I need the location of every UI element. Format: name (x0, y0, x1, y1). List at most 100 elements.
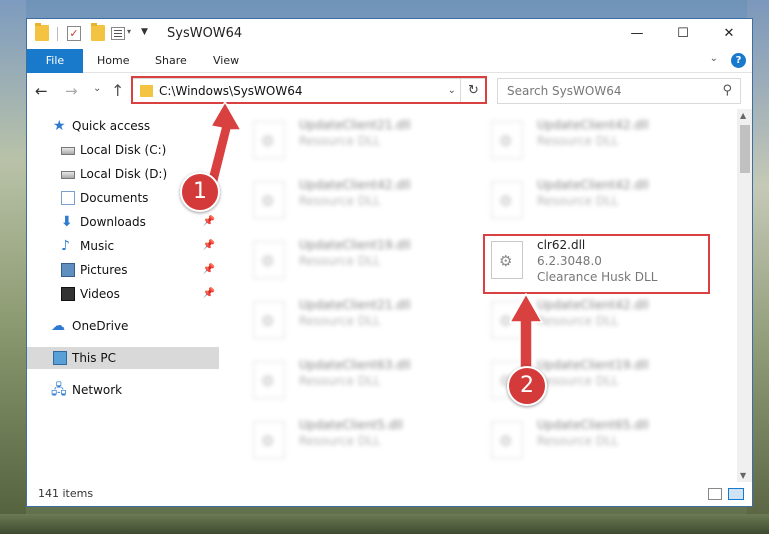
disk-icon (61, 171, 75, 179)
file-name: UpdateClient42.dll (537, 178, 649, 192)
sidebar-item-label: Local Disk (C:) (80, 143, 167, 157)
file-description: Resource DLL (299, 254, 381, 268)
tab-file[interactable]: File (27, 49, 83, 73)
network-icon: 🖧 (51, 382, 67, 398)
sidebar-item-label: OneDrive (72, 319, 129, 333)
step-2-badge: 2 (507, 366, 547, 406)
list-item[interactable]: UpdateClient42.dll Resource DLL (485, 115, 695, 167)
pin-icon[interactable]: 📌 (203, 211, 215, 233)
pin-icon[interactable]: 📌 (203, 235, 215, 257)
scrollbar-thumb[interactable] (740, 125, 750, 173)
item-count: 141 items (38, 487, 94, 500)
file-name: UpdateClient42.dll (299, 178, 411, 192)
file-list: UpdateClient21.dll Resource DLL UpdateCl… (219, 109, 737, 482)
file-name: UpdateClient21.dll (299, 298, 411, 312)
file-description: Resource DLL (537, 194, 619, 208)
dll-file-icon (253, 241, 285, 279)
star-icon: ★ (53, 118, 66, 134)
dll-file-icon (491, 421, 523, 459)
chevron-down-icon[interactable]: ▾ (127, 27, 131, 36)
sidebar-item-quick-access[interactable]: ★ Quick access (27, 115, 219, 137)
search-icon[interactable]: ⚲ (722, 83, 732, 98)
dll-file-icon (491, 121, 523, 159)
close-button[interactable]: ✕ (706, 19, 752, 49)
recent-locations-icon[interactable]: ⌄ (93, 83, 101, 94)
sidebar-item-label: Music (80, 239, 115, 253)
list-item[interactable]: UpdateClient21.dll Resource DLL (247, 295, 457, 347)
music-icon: ♪ (61, 238, 70, 254)
sidebar-item-label: Pictures (80, 263, 128, 277)
file-name: UpdateClient65.dll (537, 418, 649, 432)
pin-icon[interactable]: 📌 (203, 259, 215, 281)
dll-file-icon (253, 121, 285, 159)
new-folder-icon[interactable] (91, 23, 105, 41)
help-icon[interactable]: ? (731, 53, 746, 68)
step-1-badge: 1 (180, 172, 220, 212)
pin-icon[interactable]: 📌 (203, 283, 215, 305)
file-name: UpdateClient19.dll (537, 358, 649, 372)
sidebar-item-music[interactable]: ♪ Music 📌 (27, 235, 219, 257)
sidebar-item-network[interactable]: 🖧 Network (27, 379, 219, 401)
cloud-icon: ☁ (51, 318, 65, 334)
sidebar-item-local-disk-c[interactable]: Local Disk (C:) (27, 139, 219, 161)
properties-icon[interactable] (111, 27, 125, 40)
details-view-icon[interactable] (708, 488, 722, 500)
maximize-button[interactable]: ☐ (660, 19, 706, 49)
scroll-down-icon[interactable]: ▼ (740, 471, 746, 480)
sidebar-item-onedrive[interactable]: ☁ OneDrive (27, 315, 219, 337)
search-input[interactable]: Search SysWOW64 (507, 84, 621, 98)
file-name: UpdateClient42.dll (537, 298, 649, 312)
sidebar-item-label: Downloads (80, 215, 146, 229)
sidebar-item-downloads[interactable]: ⬇ Downloads 📌 (27, 211, 219, 233)
tab-home[interactable]: Home (97, 49, 129, 73)
file-description: Resource DLL (299, 434, 381, 448)
list-item[interactable]: UpdateClient19.dll Resource DLL (247, 235, 457, 287)
back-arrow-icon[interactable]: ← (35, 82, 48, 100)
title-bar: ✓ ▾ ▼ SysWOW64 — ☐ ✕ (27, 19, 752, 49)
list-item[interactable]: UpdateClient21.dll Resource DLL (247, 115, 457, 167)
list-item[interactable]: UpdateClient65.dll Resource DLL (485, 415, 695, 467)
file-description: Resource DLL (299, 134, 381, 148)
dll-file-icon (253, 361, 285, 399)
vertical-scrollbar[interactable]: ▲ ▼ (737, 109, 752, 482)
file-name: UpdateClient63.dll (299, 358, 411, 372)
dll-file-icon (491, 181, 523, 219)
search-box[interactable]: Search SysWOW64 ⚲ (497, 78, 741, 104)
navigation-pane: ★ Quick access Local Disk (C:) Local Dis… (27, 109, 219, 482)
sidebar-item-this-pc[interactable]: This PC (27, 347, 219, 369)
window-title: SysWOW64 (167, 26, 243, 41)
file-description: Resource DLL (537, 434, 619, 448)
file-description: Resource DLL (537, 374, 619, 388)
dll-file-icon (253, 301, 285, 339)
expand-ribbon-icon[interactable]: ⌄ (710, 53, 718, 64)
file-name: UpdateClient19.dll (299, 238, 411, 252)
sidebar-item-label: Quick access (72, 119, 151, 133)
tab-view[interactable]: View (213, 49, 239, 73)
sidebar-item-label: Local Disk (D:) (80, 167, 168, 181)
dll-file-icon (253, 181, 285, 219)
videos-icon (61, 287, 75, 301)
large-icons-view-icon[interactable] (728, 488, 744, 500)
sidebar-item-pictures[interactable]: Pictures 📌 (27, 259, 219, 281)
file-description: Resource DLL (537, 314, 619, 328)
properties-check-icon[interactable]: ✓ (67, 26, 81, 41)
forward-arrow-icon[interactable]: → (65, 82, 78, 100)
customize-toolbar-icon[interactable]: ▼ (141, 27, 148, 37)
sidebar-item-label: Documents (80, 191, 149, 205)
file-description: Resource DLL (299, 374, 381, 388)
minimize-button[interactable]: — (614, 19, 660, 49)
up-arrow-icon[interactable]: ↑ (111, 81, 124, 100)
tab-share[interactable]: Share (155, 49, 187, 73)
desktop-background-bottom (0, 514, 769, 534)
list-item[interactable]: UpdateClient63.dll Resource DLL (247, 355, 457, 407)
file-highlight-box (483, 234, 710, 294)
disk-icon (61, 147, 75, 155)
list-item[interactable]: UpdateClient42.dll Resource DLL (247, 175, 457, 227)
pictures-icon (61, 263, 75, 277)
file-name: UpdateClient42.dll (537, 118, 649, 132)
list-item[interactable]: UpdateClient42.dll Resource DLL (485, 175, 695, 227)
list-item[interactable]: UpdateClient5.dll Resource DLL (247, 415, 457, 467)
sidebar-item-label: Videos (80, 287, 120, 301)
scroll-up-icon[interactable]: ▲ (740, 111, 746, 120)
sidebar-item-videos[interactable]: Videos 📌 (27, 283, 219, 305)
